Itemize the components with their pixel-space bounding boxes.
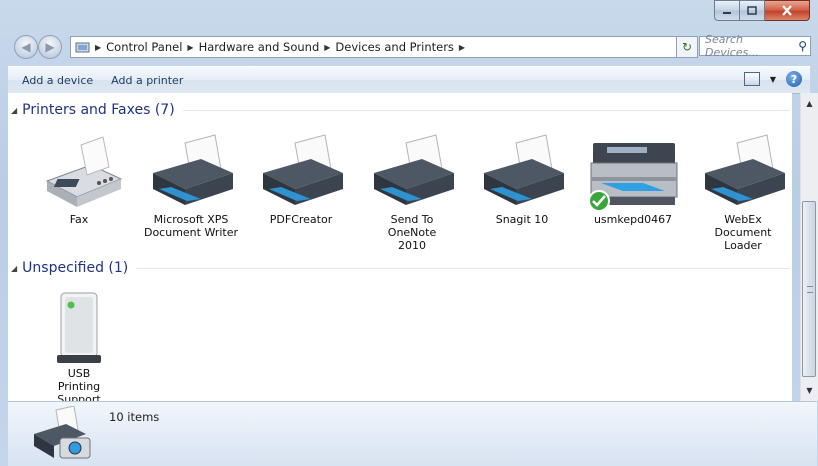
- search-icon: ⚲: [798, 39, 807, 53]
- device-item-fax[interactable]: Fax: [29, 133, 129, 226]
- devices-and-printers-window: ◀ ▶ ▶ Control Panel ▶ Hardware and Sound…: [0, 0, 818, 466]
- device-item-usb-printing-support[interactable]: USB Printing Support: [29, 289, 129, 401]
- scroll-grip-icon: [807, 286, 813, 293]
- close-icon: [782, 5, 792, 16]
- forward-arrow-icon: ▶: [45, 40, 55, 54]
- printer-icon: [141, 133, 241, 213]
- caption-buttons: [714, 0, 810, 21]
- view-options-icon[interactable]: [743, 72, 760, 86]
- maximize-icon: [747, 6, 757, 15]
- collapse-triangle-icon[interactable]: ◢: [11, 106, 17, 115]
- breadcrumb-separator-icon[interactable]: ▶: [322, 43, 332, 52]
- help-icon[interactable]: ?: [786, 71, 802, 87]
- printer-icon: [251, 133, 351, 213]
- device-label: Snagit 10: [495, 213, 549, 226]
- back-arrow-icon: ◀: [21, 40, 31, 54]
- printer-icon: [472, 133, 572, 213]
- group-divider: [182, 109, 790, 111]
- group-divider: [136, 267, 790, 269]
- add-printer-button[interactable]: Add a printer: [101, 74, 191, 87]
- minimize-button[interactable]: [714, 0, 740, 21]
- forward-button[interactable]: ▶: [38, 35, 62, 59]
- group-title: Printers and Faxes (7): [22, 102, 175, 118]
- add-device-button[interactable]: Add a device: [8, 74, 101, 87]
- control-panel-icon: [75, 42, 90, 53]
- maximize-button[interactable]: [740, 0, 765, 21]
- scroll-up-icon[interactable]: ▲: [801, 95, 818, 112]
- device-label: PDFCreator: [269, 213, 333, 226]
- details-pane: 10 items: [8, 401, 817, 466]
- printer-icon: [693, 133, 792, 213]
- breadcrumb-hardware-and-sound[interactable]: Hardware and Sound: [196, 40, 323, 54]
- search-box[interactable]: Search Devices... ⚲: [699, 33, 811, 59]
- breadcrumb-separator-icon[interactable]: ▶: [185, 43, 195, 52]
- device-label: WebEx Document Loader: [714, 213, 772, 252]
- device-label: USB Printing Support: [57, 367, 101, 401]
- breadcrumb-separator-icon[interactable]: ▶: [457, 43, 467, 52]
- refresh-icon: ↻: [681, 40, 693, 54]
- view-dropdown-icon[interactable]: ▼: [770, 75, 776, 84]
- scroll-down-icon[interactable]: ▼: [801, 382, 818, 399]
- fax-icon: [29, 133, 129, 213]
- search-input[interactable]: Search Devices...: [705, 33, 798, 59]
- back-button[interactable]: ◀: [14, 35, 38, 59]
- device-item-pdfcreator[interactable]: PDFCreator: [251, 133, 351, 226]
- collapse-triangle-icon[interactable]: ◢: [11, 264, 17, 273]
- refresh-button[interactable]: ↻: [676, 36, 698, 58]
- device-label: Fax: [69, 213, 89, 226]
- device-label: Microsoft XPS Document Writer: [143, 213, 239, 239]
- device-item-usmkepd0467[interactable]: usmkepd0467: [583, 133, 683, 226]
- command-bar: Add a device Add a printer ▼ ?: [8, 66, 810, 94]
- device-item-send-to-onenote[interactable]: Send To OneNote 2010: [362, 133, 462, 252]
- device-label: usmkepd0467: [593, 213, 673, 226]
- item-count: 10 items: [109, 410, 160, 424]
- navigation-bar: ◀ ▶ ▶ Control Panel ▶ Hardware and Sound…: [0, 32, 818, 60]
- close-button[interactable]: [765, 0, 810, 21]
- multifunction-printer-icon: [583, 133, 683, 213]
- default-printer-check-icon: [588, 190, 610, 212]
- usb-device-icon: [29, 289, 129, 367]
- breadcrumb-devices-and-printers[interactable]: Devices and Printers: [332, 40, 457, 54]
- address-bar[interactable]: ▶ Control Panel ▶ Hardware and Sound ▶ D…: [70, 36, 697, 58]
- group-title: Unspecified (1): [22, 260, 129, 276]
- group-header-unspecified[interactable]: ◢ Unspecified (1): [8, 259, 790, 277]
- breadcrumb-control-panel[interactable]: Control Panel: [103, 40, 185, 54]
- printer-icon: [362, 133, 462, 213]
- breadcrumb-separator-icon: ▶: [95, 42, 102, 52]
- vertical-scrollbar[interactable]: ▲ ▼: [800, 93, 818, 401]
- devices-printers-icon: [34, 406, 91, 459]
- minimize-icon: [723, 11, 731, 14]
- device-item-microsoft-xps[interactable]: Microsoft XPS Document Writer: [141, 133, 241, 239]
- device-item-snagit[interactable]: Snagit 10: [472, 133, 572, 226]
- device-item-webex[interactable]: WebEx Document Loader: [693, 133, 792, 252]
- device-label: Send To OneNote 2010: [387, 213, 437, 252]
- group-header-printers[interactable]: ◢ Printers and Faxes (7): [8, 101, 790, 119]
- scroll-thumb[interactable]: [802, 201, 816, 377]
- devices-list: ◢ Printers and Faxes (7) Fax Microsoft X…: [8, 93, 792, 401]
- command-bar-right: ▼ ?: [743, 71, 802, 87]
